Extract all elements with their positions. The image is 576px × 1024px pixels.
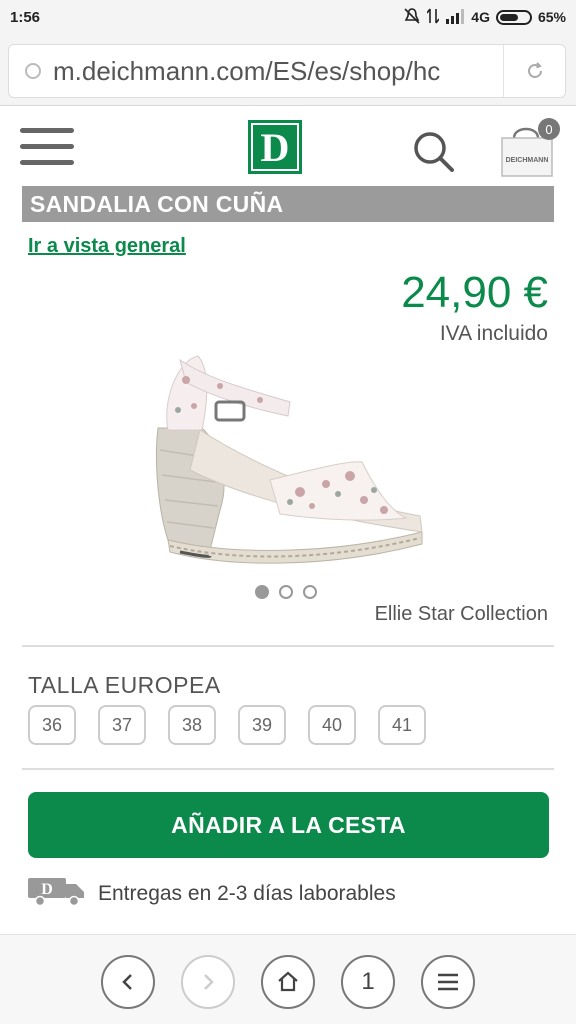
carousel-dot-2[interactable] [279,585,293,599]
battery-level [499,13,519,21]
delivery-truck-icon: D [28,876,86,912]
size-option-41[interactable]: 41 [378,705,426,745]
size-option-40[interactable]: 40 [308,705,356,745]
signal-icon [445,8,465,27]
product-price: 24,90 € [401,268,548,317]
status-time: 1:56 [10,8,41,26]
battery-percent: 65% [537,9,566,25]
address-bar[interactable]: m.deichmann.com/ES/es/shop/hc [8,44,566,98]
browser-toolbar: m.deichmann.com/ES/es/shop/hc [0,34,576,106]
status-bar: 1:56 4G 65% [0,0,576,34]
data-transfer-icon [426,7,440,28]
menu-icon[interactable] [20,128,74,170]
tax-note: IVA incluido [439,322,548,345]
size-option-36[interactable]: 36 [28,705,76,745]
size-options: 36 37 38 39 40 41 [28,705,426,745]
truck-logo-letter: D [41,881,53,898]
divider [22,768,554,770]
size-section-label: TALLA EUROPEA [28,672,221,698]
size-option-37[interactable]: 37 [98,705,146,745]
url-text[interactable]: m.deichmann.com/ES/es/shop/hc [53,56,493,87]
back-button[interactable] [101,955,155,1009]
home-button[interactable] [261,955,315,1009]
size-option-39[interactable]: 39 [238,705,286,745]
tabs-count: 1 [361,968,375,995]
reload-icon[interactable] [503,45,565,97]
delivery-text: Entregas en 2-3 días laborables [98,882,396,905]
back-to-overview-link[interactable]: Ir a vista general [28,235,186,258]
site-info-icon[interactable] [25,63,41,79]
size-option-38[interactable]: 38 [168,705,216,745]
delivery-info: D Entregas en 2-3 días laborables [28,876,396,912]
product-title: SANDALIA CON CUÑA [22,186,554,222]
site-header: D DEICHMANN [0,106,576,186]
browser-menu-button[interactable] [421,955,475,1009]
search-icon[interactable] [412,130,456,174]
network-type: 4G [471,9,490,25]
status-indicators: 4G 65% [403,7,566,28]
tabs-button[interactable]: 1 [341,955,395,1009]
carousel-dot-3[interactable] [303,585,317,599]
brand-name: Ellie Star Collection [374,603,548,625]
carousel-dot-1[interactable] [255,585,269,599]
image-carousel-dots [255,585,317,599]
browser-bottom-nav: 1 [0,934,576,1024]
battery-icon [495,9,532,25]
forward-button[interactable] [181,955,235,1009]
divider [22,645,554,647]
deichmann-logo[interactable]: D [248,120,302,174]
cart-bag-label: DEICHMANN [506,157,549,164]
add-to-cart-button[interactable]: AÑADIR A LA CESTA [28,792,549,858]
cart-count-badge: 0 [538,118,560,140]
product-image[interactable] [150,350,428,580]
mute-icon [403,7,421,28]
